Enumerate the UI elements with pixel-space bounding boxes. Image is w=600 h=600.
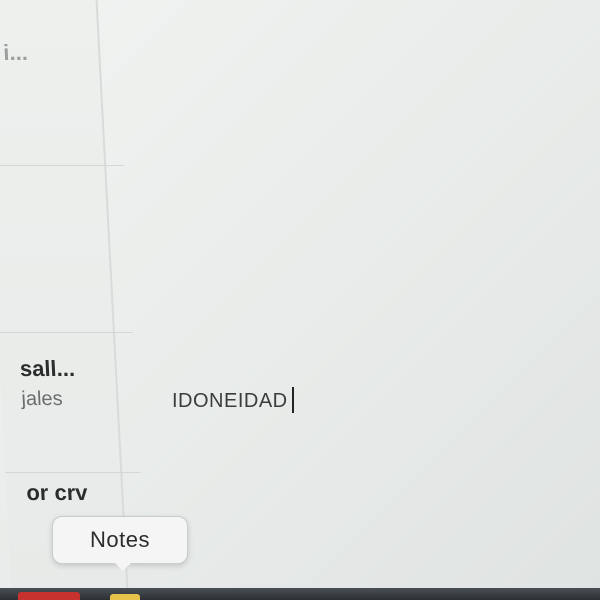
note-title: sall... <box>19 356 76 381</box>
dock <box>0 588 600 600</box>
note-body-text: IDONEIDAD <box>172 390 288 412</box>
text-cursor <box>291 387 294 413</box>
dock-tooltip-arrow <box>113 561 133 571</box>
red-app-icon[interactable] <box>18 592 80 600</box>
note-editor[interactable]: IDONEIDAD <box>120 0 600 600</box>
note-list-item[interactable]: i... <box>0 0 125 166</box>
note-title: or crv <box>25 480 89 505</box>
note-preview: jales <box>20 388 64 410</box>
note-title: i... <box>2 40 29 65</box>
note-body[interactable]: IDONEIDAD <box>172 387 294 413</box>
notes-app-icon[interactable] <box>110 594 140 600</box>
notes-list-sidebar: i... sall... jales or crv <box>0 0 141 600</box>
note-list-item[interactable] <box>0 165 133 333</box>
dock-tooltip: Notes <box>52 516 188 564</box>
notes-app-window: i... sall... jales or crv IDONEIDAD Note… <box>0 0 600 600</box>
